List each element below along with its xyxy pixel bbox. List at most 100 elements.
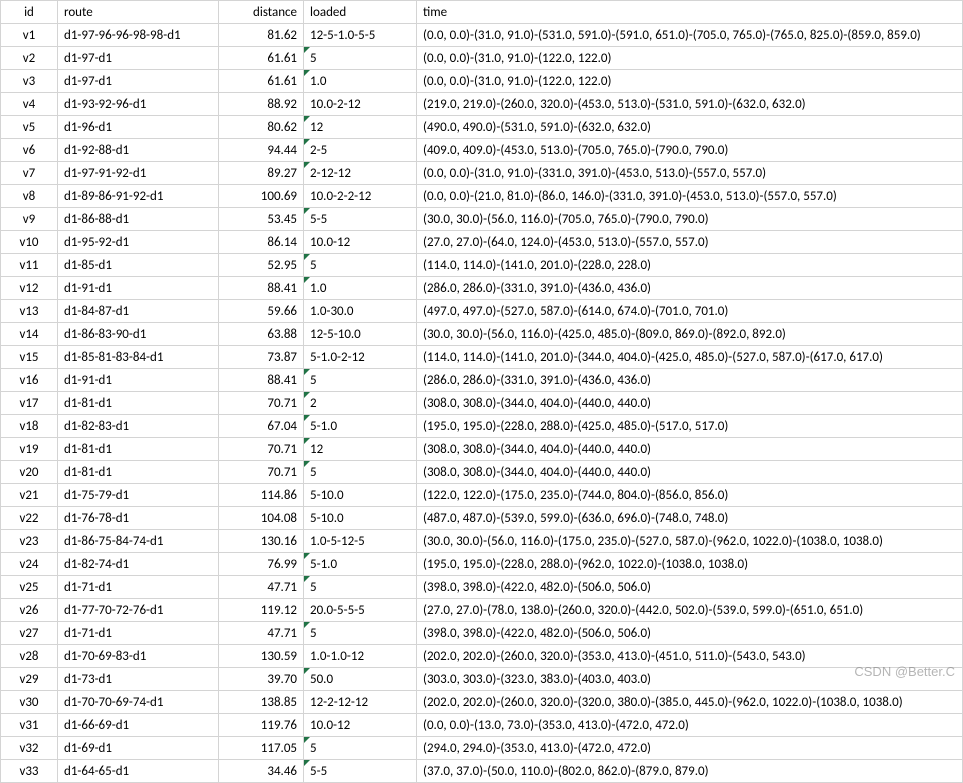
cell-route[interactable]: d1-71-d1 bbox=[58, 576, 219, 599]
cell-id[interactable]: v33 bbox=[1, 760, 58, 783]
cell-distance[interactable]: 67.04 bbox=[219, 415, 304, 438]
cell-id[interactable]: v32 bbox=[1, 737, 58, 760]
cell-loaded[interactable]: 5 bbox=[304, 254, 417, 277]
cell-id[interactable]: v16 bbox=[1, 369, 58, 392]
cell-id[interactable]: v26 bbox=[1, 599, 58, 622]
cell-id[interactable]: v31 bbox=[1, 714, 58, 737]
cell-route[interactable]: d1-70-69-83-d1 bbox=[58, 645, 219, 668]
cell-time[interactable]: (37.0, 37.0)-(50.0, 110.0)-(802.0, 862.0… bbox=[417, 760, 963, 783]
cell-route[interactable]: d1-75-79-d1 bbox=[58, 484, 219, 507]
cell-route[interactable]: d1-71-d1 bbox=[58, 622, 219, 645]
cell-distance[interactable]: 61.61 bbox=[219, 47, 304, 70]
cell-time[interactable]: (286.0, 286.0)-(331.0, 391.0)-(436.0, 43… bbox=[417, 277, 963, 300]
cell-loaded[interactable]: 2 bbox=[304, 392, 417, 415]
cell-id[interactable]: v24 bbox=[1, 553, 58, 576]
cell-loaded[interactable]: 12 bbox=[304, 116, 417, 139]
cell-loaded[interactable]: 10.0-2-12 bbox=[304, 93, 417, 116]
cell-route[interactable]: d1-66-69-d1 bbox=[58, 714, 219, 737]
cell-id[interactable]: v15 bbox=[1, 346, 58, 369]
cell-route[interactable]: d1-73-d1 bbox=[58, 668, 219, 691]
cell-time[interactable]: (0.0, 0.0)-(31.0, 91.0)-(122.0, 122.0) bbox=[417, 70, 963, 93]
cell-loaded[interactable]: 12-5-10.0 bbox=[304, 323, 417, 346]
cell-distance[interactable]: 80.62 bbox=[219, 116, 304, 139]
cell-distance[interactable]: 59.66 bbox=[219, 300, 304, 323]
cell-time[interactable]: (294.0, 294.0)-(353.0, 413.0)-(472.0, 47… bbox=[417, 737, 963, 760]
cell-route[interactable]: d1-85-81-83-84-d1 bbox=[58, 346, 219, 369]
cell-loaded[interactable]: 5 bbox=[304, 622, 417, 645]
cell-id[interactable]: v11 bbox=[1, 254, 58, 277]
cell-route[interactable]: d1-86-88-d1 bbox=[58, 208, 219, 231]
cell-time[interactable]: (219.0, 219.0)-(260.0, 320.0)-(453.0, 51… bbox=[417, 93, 963, 116]
cell-time[interactable]: (122.0, 122.0)-(175.0, 235.0)-(744.0, 80… bbox=[417, 484, 963, 507]
cell-distance[interactable]: 81.62 bbox=[219, 24, 304, 47]
cell-loaded[interactable]: 5-5 bbox=[304, 760, 417, 783]
cell-id[interactable]: v4 bbox=[1, 93, 58, 116]
cell-time[interactable]: (409.0, 409.0)-(453.0, 513.0)-(705.0, 76… bbox=[417, 139, 963, 162]
cell-distance[interactable]: 88.41 bbox=[219, 277, 304, 300]
cell-time[interactable]: (398.0, 398.0)-(422.0, 482.0)-(506.0, 50… bbox=[417, 622, 963, 645]
cell-time[interactable]: (0.0, 0.0)-(13.0, 73.0)-(353.0, 413.0)-(… bbox=[417, 714, 963, 737]
cell-route[interactable]: d1-86-83-90-d1 bbox=[58, 323, 219, 346]
cell-loaded[interactable]: 12-2-12-12 bbox=[304, 691, 417, 714]
cell-id[interactable]: v21 bbox=[1, 484, 58, 507]
cell-id[interactable]: v29 bbox=[1, 668, 58, 691]
cell-time[interactable]: (195.0, 195.0)-(228.0, 288.0)-(425.0, 48… bbox=[417, 415, 963, 438]
cell-distance[interactable]: 47.71 bbox=[219, 576, 304, 599]
cell-route[interactable]: d1-95-92-d1 bbox=[58, 231, 219, 254]
cell-distance[interactable]: 47.71 bbox=[219, 622, 304, 645]
cell-route[interactable]: d1-85-d1 bbox=[58, 254, 219, 277]
cell-distance[interactable]: 100.69 bbox=[219, 185, 304, 208]
cell-loaded[interactable]: 5 bbox=[304, 369, 417, 392]
cell-route[interactable]: d1-91-d1 bbox=[58, 369, 219, 392]
cell-time[interactable]: (487.0, 487.0)-(539.0, 599.0)-(636.0, 69… bbox=[417, 507, 963, 530]
cell-id[interactable]: v3 bbox=[1, 70, 58, 93]
cell-distance[interactable]: 73.87 bbox=[219, 346, 304, 369]
cell-distance[interactable]: 94.44 bbox=[219, 139, 304, 162]
cell-id[interactable]: v9 bbox=[1, 208, 58, 231]
cell-route[interactable]: d1-81-d1 bbox=[58, 438, 219, 461]
cell-time[interactable]: (30.0, 30.0)-(56.0, 116.0)-(175.0, 235.0… bbox=[417, 530, 963, 553]
cell-distance[interactable]: 34.46 bbox=[219, 760, 304, 783]
cell-id[interactable]: v18 bbox=[1, 415, 58, 438]
cell-distance[interactable]: 104.08 bbox=[219, 507, 304, 530]
cell-distance[interactable]: 130.59 bbox=[219, 645, 304, 668]
cell-distance[interactable]: 89.27 bbox=[219, 162, 304, 185]
cell-id[interactable]: v8 bbox=[1, 185, 58, 208]
cell-route[interactable]: d1-93-92-96-d1 bbox=[58, 93, 219, 116]
cell-time[interactable]: (0.0, 0.0)-(31.0, 91.0)-(331.0, 391.0)-(… bbox=[417, 162, 963, 185]
cell-id[interactable]: v12 bbox=[1, 277, 58, 300]
cell-route[interactable]: d1-96-d1 bbox=[58, 116, 219, 139]
cell-route[interactable]: d1-81-d1 bbox=[58, 461, 219, 484]
cell-loaded[interactable]: 5-5 bbox=[304, 208, 417, 231]
cell-loaded[interactable]: 12 bbox=[304, 438, 417, 461]
cell-time[interactable]: (497.0, 497.0)-(527.0, 587.0)-(614.0, 67… bbox=[417, 300, 963, 323]
cell-time[interactable]: (398.0, 398.0)-(422.0, 482.0)-(506.0, 50… bbox=[417, 576, 963, 599]
cell-route[interactable]: d1-86-75-84-74-d1 bbox=[58, 530, 219, 553]
cell-distance[interactable]: 63.88 bbox=[219, 323, 304, 346]
cell-loaded[interactable]: 5 bbox=[304, 47, 417, 70]
cell-loaded[interactable]: 5-1.0 bbox=[304, 553, 417, 576]
cell-time[interactable]: (490.0, 490.0)-(531.0, 591.0)-(632.0, 63… bbox=[417, 116, 963, 139]
cell-loaded[interactable]: 10.0-12 bbox=[304, 714, 417, 737]
cell-distance[interactable]: 117.05 bbox=[219, 737, 304, 760]
cell-time[interactable]: (0.0, 0.0)-(31.0, 91.0)-(531.0, 591.0)-(… bbox=[417, 24, 963, 47]
cell-loaded[interactable]: 5-1.0-2-12 bbox=[304, 346, 417, 369]
cell-distance[interactable]: 138.85 bbox=[219, 691, 304, 714]
cell-id[interactable]: v6 bbox=[1, 139, 58, 162]
cell-route[interactable]: d1-82-74-d1 bbox=[58, 553, 219, 576]
cell-time[interactable]: (0.0, 0.0)-(21.0, 81.0)-(86.0, 146.0)-(3… bbox=[417, 185, 963, 208]
cell-loaded[interactable]: 1.0-1.0-12 bbox=[304, 645, 417, 668]
cell-time[interactable]: (114.0, 114.0)-(141.0, 201.0)-(228.0, 22… bbox=[417, 254, 963, 277]
cell-route[interactable]: d1-69-d1 bbox=[58, 737, 219, 760]
cell-distance[interactable]: 70.71 bbox=[219, 392, 304, 415]
cell-time[interactable]: (308.0, 308.0)-(344.0, 404.0)-(440.0, 44… bbox=[417, 461, 963, 484]
cell-loaded[interactable]: 20.0-5-5-5 bbox=[304, 599, 417, 622]
cell-route[interactable]: d1-97-d1 bbox=[58, 70, 219, 93]
cell-loaded[interactable]: 10.0-2-2-12 bbox=[304, 185, 417, 208]
cell-id[interactable]: v27 bbox=[1, 622, 58, 645]
cell-time[interactable]: (286.0, 286.0)-(331.0, 391.0)-(436.0, 43… bbox=[417, 369, 963, 392]
cell-route[interactable]: d1-76-78-d1 bbox=[58, 507, 219, 530]
cell-time[interactable]: (0.0, 0.0)-(31.0, 91.0)-(122.0, 122.0) bbox=[417, 47, 963, 70]
cell-loaded[interactable]: 1.0 bbox=[304, 277, 417, 300]
cell-route[interactable]: d1-81-d1 bbox=[58, 392, 219, 415]
